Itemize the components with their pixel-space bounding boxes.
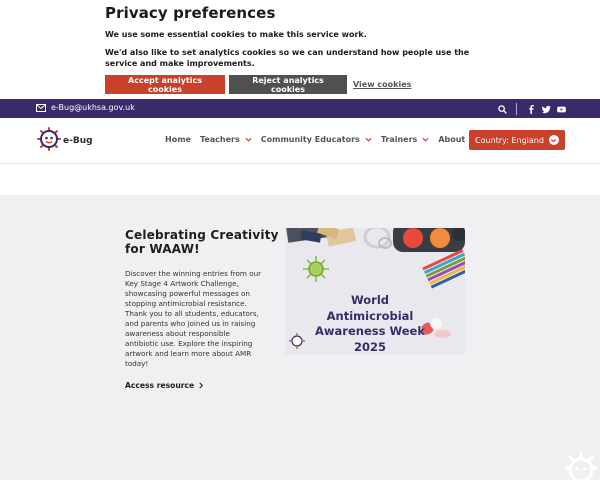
ebug-mascot-icon — [37, 127, 61, 151]
cookie-essential-text: We use some essential cookies to make th… — [105, 30, 367, 39]
chevron-right-icon — [199, 382, 204, 389]
view-cookies-link[interactable]: View cookies — [353, 80, 411, 89]
nav-item-teachers[interactable]: Teachers — [200, 135, 252, 144]
chevron-down-icon — [365, 137, 372, 142]
country-label: Country: England — [475, 135, 544, 145]
feature-section: Celebrating Creativity for WAAW! Discove… — [0, 195, 600, 480]
nav-item-label: Home — [165, 135, 191, 144]
accept-analytics-button[interactable]: Accept analytics cookies — [105, 75, 225, 94]
feature-description: Discover the winning entries from our Ke… — [125, 269, 262, 368]
access-resource-link[interactable]: Access resource — [125, 381, 285, 390]
poster-title: World Antimicrobial Awareness Week 2025 — [285, 293, 455, 355]
nav-item-label: Trainers — [380, 135, 418, 144]
search-icon[interactable] — [498, 104, 507, 114]
nav-item-trainers[interactable]: Trainers — [381, 135, 430, 144]
contact-email-link[interactable]: e-Bug@ukhsa.gov.uk — [36, 103, 135, 112]
main-navigation: e-Bug Home Teachers Community Educators … — [0, 118, 600, 164]
cookie-analytics-text: We'd also like to set analytics cookies … — [105, 48, 470, 68]
waaw-poster-image: World Antimicrobial Awareness Week 2025 — [285, 228, 465, 355]
twitter-icon[interactable] — [542, 105, 551, 114]
feature-title: Celebrating Creativity for WAAW! — [125, 228, 279, 256]
logo-text: e-Bug — [63, 135, 93, 146]
chevron-down-icon — [422, 137, 429, 142]
nav-item-home[interactable]: Home — [165, 135, 191, 144]
top-bar: e-Bug@ukhsa.gov.uk — [0, 99, 600, 118]
facebook-icon[interactable] — [527, 104, 536, 114]
reject-analytics-button[interactable]: Reject analytics cookies — [229, 75, 347, 94]
nav-item-label: Teachers — [199, 135, 240, 144]
chevron-down-icon — [245, 137, 252, 142]
youtube-icon[interactable] — [557, 105, 566, 114]
contact-email: e-Bug@ukhsa.gov.uk — [51, 103, 135, 112]
nav-item-label: About — [438, 135, 466, 144]
cookie-banner: Privacy preferences We use some essentia… — [0, 0, 600, 99]
poster-line: 2025 — [353, 339, 386, 354]
topbar-divider — [516, 103, 517, 115]
envelope-icon — [36, 103, 46, 112]
ebug-logo[interactable]: e-Bug — [36, 126, 93, 152]
feature-text: Celebrating Creativity for WAAW! Discove… — [125, 228, 285, 390]
poster-line: Antimicrobial — [326, 308, 414, 323]
mascot-watermark-icon — [564, 451, 598, 480]
poster-line: Awareness Week — [315, 324, 425, 338]
poster-line: World — [350, 293, 390, 307]
access-resource-label: Access resource — [125, 381, 195, 390]
cookie-title: Privacy preferences — [105, 4, 276, 22]
nav-menu: Home Teachers Community Educators Traine… — [165, 135, 486, 144]
nav-item-community-educators[interactable]: Community Educators — [261, 135, 372, 144]
nav-item-label: Community Educators — [260, 135, 360, 144]
chevron-down-icon — [548, 135, 559, 145]
country-selector-button[interactable]: Country: England — [469, 130, 565, 150]
